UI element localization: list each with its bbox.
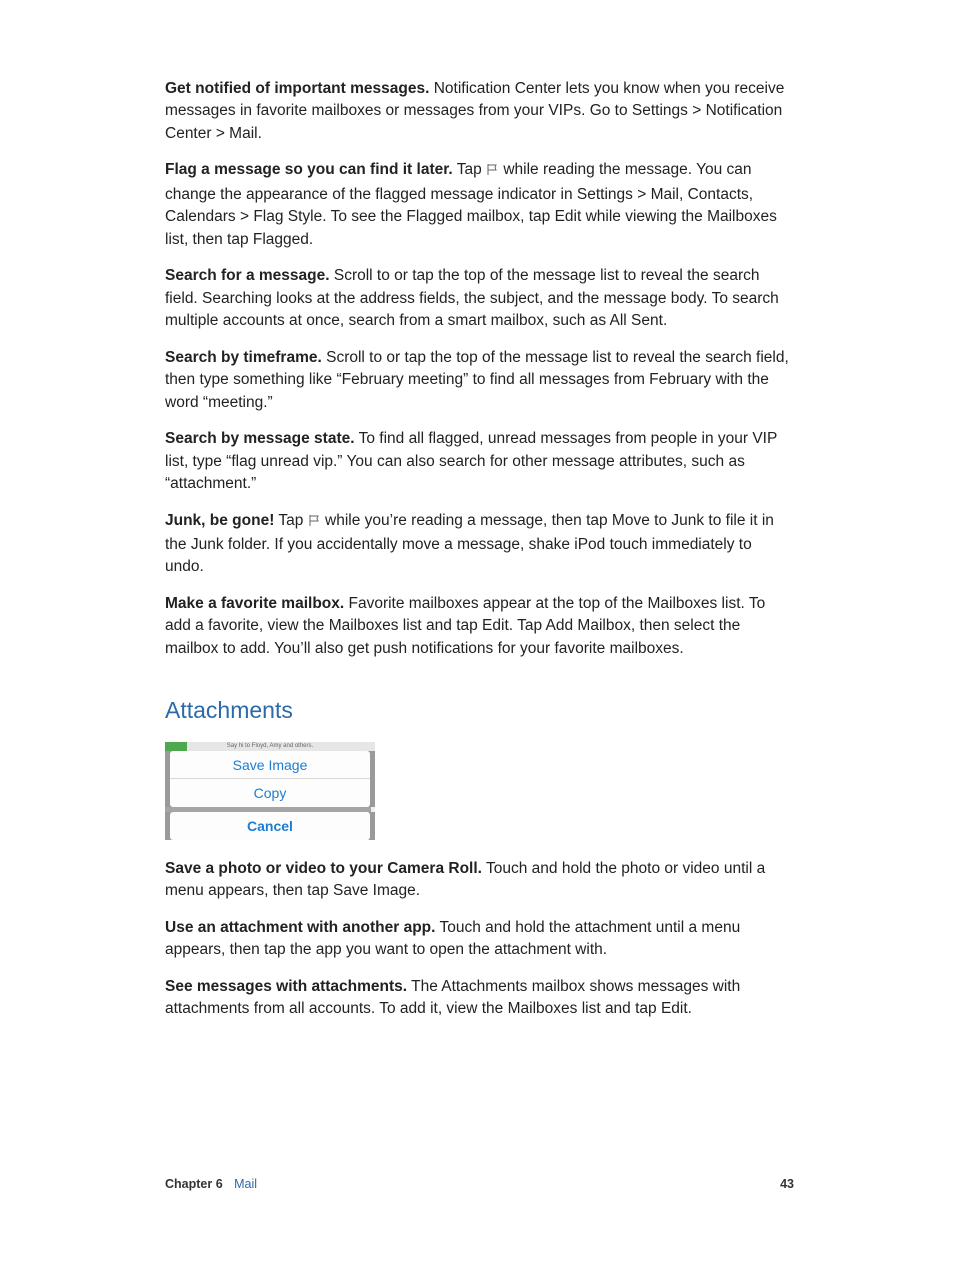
lead-timeframe: Search by timeframe. [165, 349, 322, 366]
paragraph-save-photo: Save a photo or video to your Camera Rol… [165, 858, 794, 903]
lead-junk: Junk, be gone! [165, 512, 274, 529]
page-number: 43 [780, 1175, 794, 1193]
lead-state: Search by message state. [165, 430, 355, 447]
cancel-button[interactable]: Cancel [170, 812, 370, 840]
chapter-name: Mail [234, 1177, 257, 1191]
copy-button[interactable]: Copy [170, 779, 370, 807]
action-sheet-group: Save Image Copy [170, 751, 370, 807]
lead-search: Search for a message. [165, 267, 330, 284]
lead-see-attachments: See messages with attachments. [165, 978, 407, 995]
paragraph-see-attachments: See messages with attachments. The Attac… [165, 976, 794, 1021]
lead-flag: Flag a message so you can find it later. [165, 161, 453, 178]
lead-notifications: Get notified of important messages. [165, 80, 429, 97]
heading-attachments: Attachments [165, 694, 794, 727]
flag-icon [486, 161, 499, 183]
action-sheet-figure: Say hi to Floyd, Amy and others. Save Im… [165, 742, 794, 840]
chapter-number: Chapter 6 [165, 1177, 223, 1191]
paragraph-state: Search by message state. To find all fla… [165, 428, 794, 495]
paragraph-flag: Flag a message so you can find it later.… [165, 159, 794, 251]
page-footer: Chapter 6 Mail 43 [165, 1175, 794, 1193]
save-image-button[interactable]: Save Image [170, 751, 370, 779]
paragraph-junk: Junk, be gone! Tap while you’re reading … [165, 510, 794, 579]
body-flag-1: Tap [453, 161, 486, 178]
paragraph-use-attachment: Use an attachment with another app. Touc… [165, 917, 794, 962]
footer-left: Chapter 6 Mail [165, 1175, 257, 1193]
lead-use-attachment: Use an attachment with another app. [165, 919, 435, 936]
flag-icon [308, 512, 321, 534]
lead-save-photo: Save a photo or video to your Camera Rol… [165, 860, 482, 877]
paragraph-notifications: Get notified of important messages. Noti… [165, 78, 794, 145]
lead-favorite: Make a favorite mailbox. [165, 595, 344, 612]
paragraph-search: Search for a message. Scroll to or tap t… [165, 265, 794, 332]
action-sheet: Say hi to Floyd, Amy and others. Save Im… [165, 742, 375, 840]
action-sheet-separator [165, 807, 375, 812]
paragraph-favorite: Make a favorite mailbox. Favorite mailbo… [165, 593, 794, 660]
paragraph-timeframe: Search by timeframe. Scroll to or tap th… [165, 347, 794, 414]
action-sheet-hint: Say hi to Floyd, Amy and others. [165, 742, 375, 751]
body-junk-1: Tap [274, 512, 307, 529]
